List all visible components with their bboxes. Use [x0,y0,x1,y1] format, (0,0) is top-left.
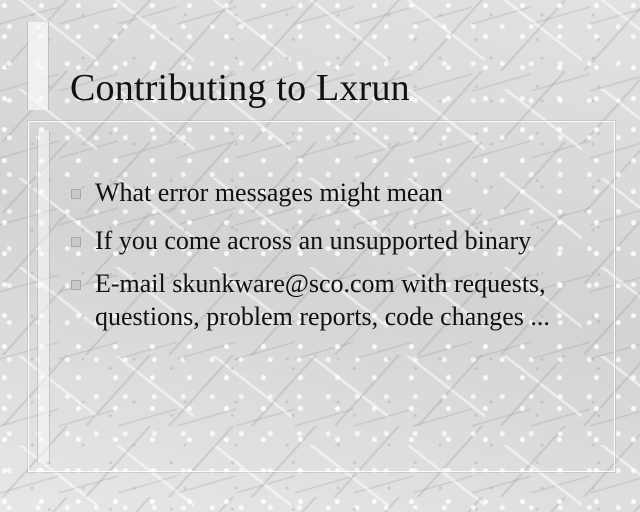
bullet-item: What error messages might mean [71,176,606,209]
square-bullet-icon [71,237,81,247]
square-bullet-icon [71,189,81,199]
bullet-text: If you come across an unsupported binary [95,226,532,255]
content-side-bar [37,130,50,462]
bullet-item: If you come across an unsupported binary [71,224,606,257]
bullet-text: E-mail skunkware@sco.com with requests, … [95,269,550,331]
slide-title: Contributing to Lxrun [70,67,410,109]
slide-canvas: Contributing to Lxrun What error message… [0,0,640,512]
bullet-item: E-mail skunkware@sco.com with requests, … [71,267,606,333]
square-bullet-icon [71,280,81,290]
bullet-text: What error messages might mean [95,178,443,207]
title-accent-bar [27,22,49,110]
bullet-list: What error messages might mean If you co… [71,176,606,348]
